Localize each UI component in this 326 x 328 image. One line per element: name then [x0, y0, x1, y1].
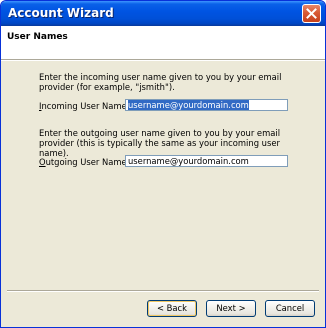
cancel-button[interactable]: Cancel [265, 300, 315, 317]
page-title: User Names [7, 32, 68, 42]
incoming-description: Enter the incoming user name given to yo… [39, 72, 282, 92]
title-bar[interactable]: Account Wizard [1, 1, 325, 26]
button-divider [7, 290, 319, 291]
header-divider [1, 60, 325, 61]
next-button[interactable]: Next > [206, 300, 256, 317]
window-title: Account Wizard [8, 6, 114, 20]
outgoing-user-name-value: username@yourdomain.com [128, 156, 249, 166]
outgoing-access-key: O [39, 157, 46, 167]
account-wizard-window: Account Wizard User Names Enter the inco… [0, 0, 326, 328]
close-icon [306, 8, 317, 19]
incoming-user-name-label: Incoming User Name: [39, 101, 130, 111]
outgoing-label-text: utgoing User Name: [45, 157, 130, 167]
incoming-user-name-field[interactable]: username@yourdomain.com [125, 99, 288, 111]
wizard-header: User Names [1, 26, 325, 60]
outgoing-user-name-label: Outgoing User Name: [39, 157, 130, 167]
incoming-user-name-value: username@yourdomain.com [128, 100, 249, 110]
outgoing-user-name-field[interactable]: username@yourdomain.com [125, 155, 288, 167]
incoming-label-text: ncoming User Name: [41, 101, 130, 111]
close-button[interactable] [302, 4, 321, 23]
back-button[interactable]: < Back [147, 300, 197, 317]
outgoing-description: Enter the outgoing user name given to yo… [39, 128, 281, 158]
